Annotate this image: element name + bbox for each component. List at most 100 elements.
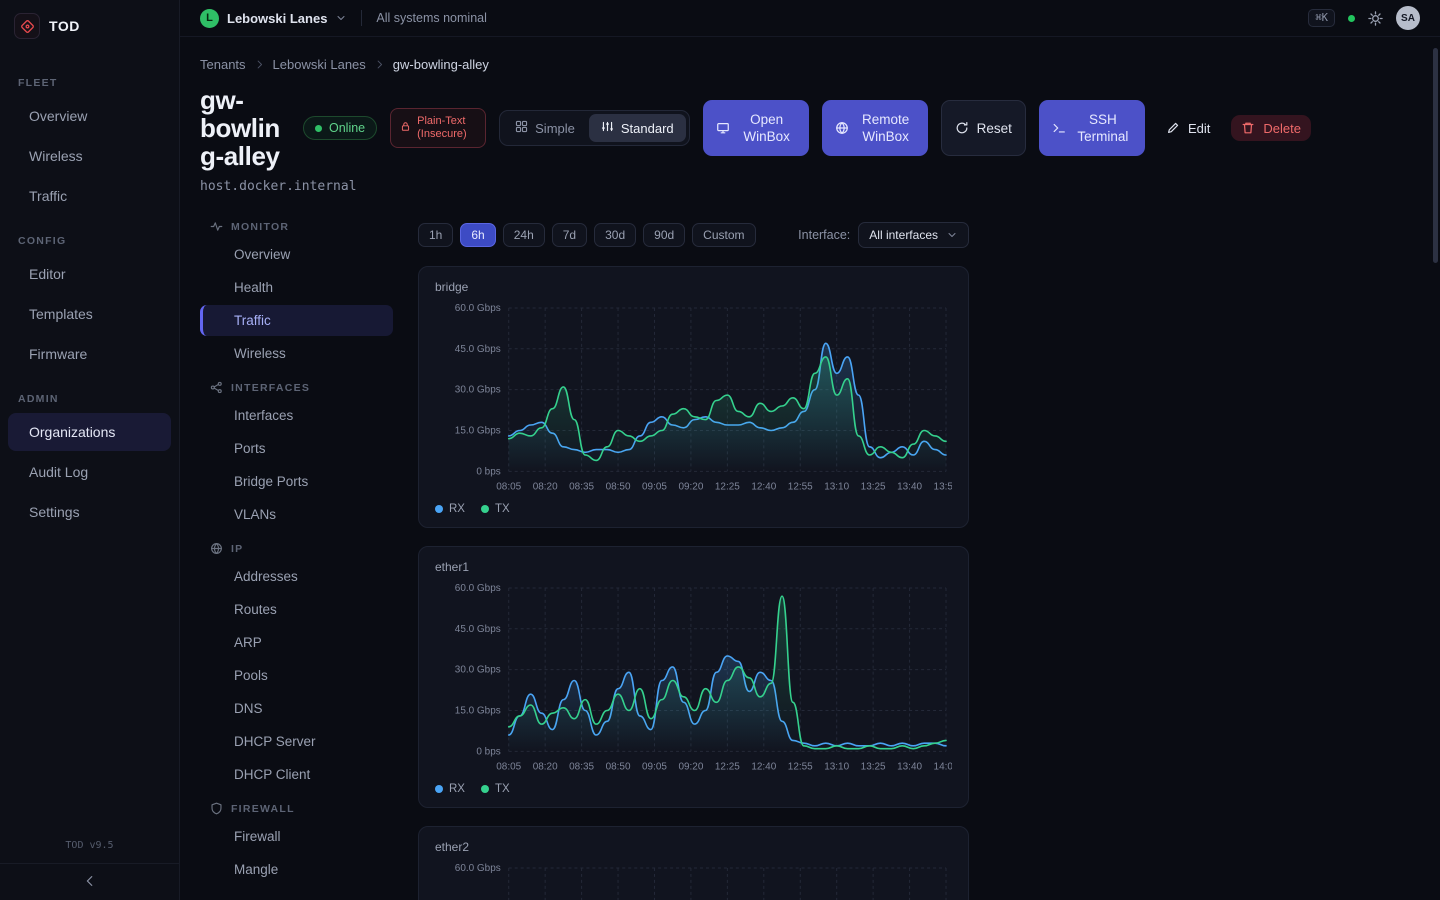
- sidebar-collapse-button[interactable]: [0, 863, 179, 900]
- subnav-section-ip: IP: [200, 532, 393, 561]
- svg-text:08:05: 08:05: [496, 481, 521, 492]
- subnav-item-arp[interactable]: ARP: [200, 627, 393, 658]
- app-root: TOD FLEETOverviewWirelessTrafficCONFIGEd…: [0, 0, 1440, 900]
- subnav-item-routes[interactable]: Routes: [200, 594, 393, 625]
- time-range-90d[interactable]: 90d: [643, 223, 685, 247]
- subnav-section-monitor: MONITOR: [200, 210, 393, 239]
- traffic-chart: 0 bps15.0 Gbps30.0 Gbps45.0 Gbps60.0 Gbp…: [435, 580, 952, 777]
- svg-text:08:50: 08:50: [606, 761, 631, 772]
- sidebar-item-organizations[interactable]: Organizations: [8, 413, 171, 451]
- delete-label: Delete: [1263, 121, 1301, 136]
- svg-text:13:55: 13:55: [934, 481, 952, 492]
- online-status-badge: Online: [303, 116, 377, 140]
- interface-filter: Interface: All interfaces: [798, 222, 969, 248]
- legend-label: TX: [495, 503, 510, 515]
- sidebar-item-label: Editor: [29, 266, 66, 282]
- chart-title: bridge: [435, 280, 952, 294]
- subnav-item-health[interactable]: Health: [200, 272, 393, 303]
- svg-text:12:25: 12:25: [715, 481, 740, 492]
- sidebar-nav: FLEETOverviewWirelessTrafficCONFIGEditor…: [0, 51, 179, 830]
- delete-button[interactable]: Delete: [1231, 115, 1311, 141]
- time-range-30d[interactable]: 30d: [594, 223, 636, 247]
- subnav-item-ports[interactable]: Ports: [200, 433, 393, 464]
- subnav-section-label: INTERFACES: [231, 382, 310, 394]
- topbar-left: L Lebowski Lanes All systems nominal: [200, 9, 487, 28]
- online-dot-icon: [315, 125, 322, 132]
- sidebar-item-label: Audit Log: [29, 464, 88, 480]
- subnav-item-dhcp-client[interactable]: DHCP Client: [200, 759, 393, 790]
- svg-text:13:10: 13:10: [824, 761, 849, 772]
- view-toggle-standard[interactable]: Standard: [589, 114, 686, 142]
- reset-button[interactable]: Reset: [941, 100, 1026, 156]
- sidebar-item-traffic[interactable]: Traffic: [8, 177, 171, 215]
- sidebar-item-overview[interactable]: Overview: [8, 97, 171, 135]
- subnav-item-bridge-ports[interactable]: Bridge Ports: [200, 466, 393, 497]
- sidebar-item-editor[interactable]: Editor: [8, 255, 171, 293]
- subnav-item-dhcp-server[interactable]: DHCP Server: [200, 726, 393, 757]
- scrollbar-thumb[interactable]: [1433, 48, 1438, 263]
- subnav-item-wireless[interactable]: Wireless: [200, 338, 393, 369]
- time-range-6h[interactable]: 6h: [460, 223, 495, 247]
- legend-item-tx: TX: [481, 503, 510, 515]
- sliders-icon: [601, 120, 614, 136]
- edit-button[interactable]: Edit: [1158, 116, 1218, 141]
- monitor-icon: [716, 121, 730, 135]
- breadcrumb-item-tenants[interactable]: Tenants: [200, 57, 246, 72]
- svg-text:13:40: 13:40: [897, 481, 922, 492]
- sidebar-item-templates[interactable]: Templates: [8, 295, 171, 333]
- grid-icon: [515, 120, 528, 136]
- view-toggle-simple[interactable]: Simple: [503, 114, 587, 142]
- remote-winbox-label: Remote WinBox: [857, 111, 915, 145]
- tenant-avatar: L: [200, 9, 219, 28]
- svg-text:08:35: 08:35: [569, 761, 594, 772]
- breadcrumb-item-lebowski-lanes[interactable]: Lebowski Lanes: [273, 57, 366, 72]
- time-range-1h[interactable]: 1h: [418, 223, 453, 247]
- svg-text:60.0 Gbps: 60.0 Gbps: [455, 583, 501, 594]
- sidebar-item-audit-log[interactable]: Audit Log: [8, 453, 171, 491]
- svg-text:12:40: 12:40: [751, 761, 776, 772]
- subnav-section-interfaces: INTERFACES: [200, 371, 393, 400]
- sidebar-item-firmware[interactable]: Firmware: [8, 335, 171, 373]
- subnav-item-addresses[interactable]: Addresses: [200, 561, 393, 592]
- time-range-7d[interactable]: 7d: [552, 223, 587, 247]
- subnav-item-vlans[interactable]: VLANs: [200, 499, 393, 530]
- body-row: MONITOROverviewHealthTrafficWireless INTE…: [200, 210, 1420, 900]
- subnav-item-mangle[interactable]: Mangle: [200, 854, 393, 885]
- app-logo[interactable]: TOD: [0, 0, 179, 51]
- svg-text:30.0 Gbps: 30.0 Gbps: [455, 385, 501, 396]
- app-version: TOD v9.5: [0, 830, 179, 863]
- chevron-right-icon: [254, 59, 265, 70]
- theme-toggle-button[interactable]: [1368, 11, 1383, 26]
- command-palette-shortcut[interactable]: ⌘K: [1308, 9, 1335, 27]
- subnav-section-label: FIREWALL: [231, 803, 295, 815]
- svg-text:30.0 Gbps: 30.0 Gbps: [455, 665, 501, 676]
- svg-text:09:05: 09:05: [642, 761, 667, 772]
- subnav-item-traffic[interactable]: Traffic: [200, 305, 393, 336]
- sidebar-item-settings[interactable]: Settings: [8, 493, 171, 531]
- tenant-switcher[interactable]: L Lebowski Lanes: [200, 9, 347, 28]
- chevron-down-icon: [335, 12, 347, 24]
- time-range-24h[interactable]: 24h: [503, 223, 545, 247]
- svg-text:14:00: 14:00: [934, 761, 952, 772]
- charts-list: bridge 0 bps15.0 Gbps30.0 Gbps45.0 Gbps60…: [418, 266, 969, 900]
- subnav-item-pools[interactable]: Pools: [200, 660, 393, 691]
- remote-winbox-button[interactable]: Remote WinBox: [822, 100, 928, 156]
- subnav-item-interfaces[interactable]: Interfaces: [200, 400, 393, 431]
- subnav-item-firewall[interactable]: Firewall: [200, 821, 393, 852]
- svg-text:0 bps: 0 bps: [476, 466, 500, 477]
- time-range-custom[interactable]: Custom: [692, 223, 755, 247]
- subnav-item-overview[interactable]: Overview: [200, 239, 393, 270]
- open-winbox-button[interactable]: Open WinBox: [703, 100, 809, 156]
- traffic-chart: 0 bps15.0 Gbps30.0 Gbps45.0 Gbps60.0 Gbp…: [435, 300, 952, 497]
- subnav-item-dns[interactable]: DNS: [200, 693, 393, 724]
- sidebar-item-wireless[interactable]: Wireless: [8, 137, 171, 175]
- svg-text:09:20: 09:20: [678, 481, 703, 492]
- sidebar-item-label: Wireless: [29, 148, 83, 164]
- svg-text:13:25: 13:25: [861, 481, 886, 492]
- sidebar-item-label: Traffic: [29, 188, 67, 204]
- user-avatar[interactable]: SA: [1396, 6, 1420, 30]
- svg-text:09:20: 09:20: [678, 761, 703, 772]
- ssh-terminal-button[interactable]: SSH Terminal: [1039, 100, 1145, 156]
- interface-select[interactable]: All interfaces: [858, 222, 969, 248]
- traffic-chart: 0 bps15.0 Gbps30.0 Gbps45.0 Gbps60.0 Gbp…: [435, 860, 952, 900]
